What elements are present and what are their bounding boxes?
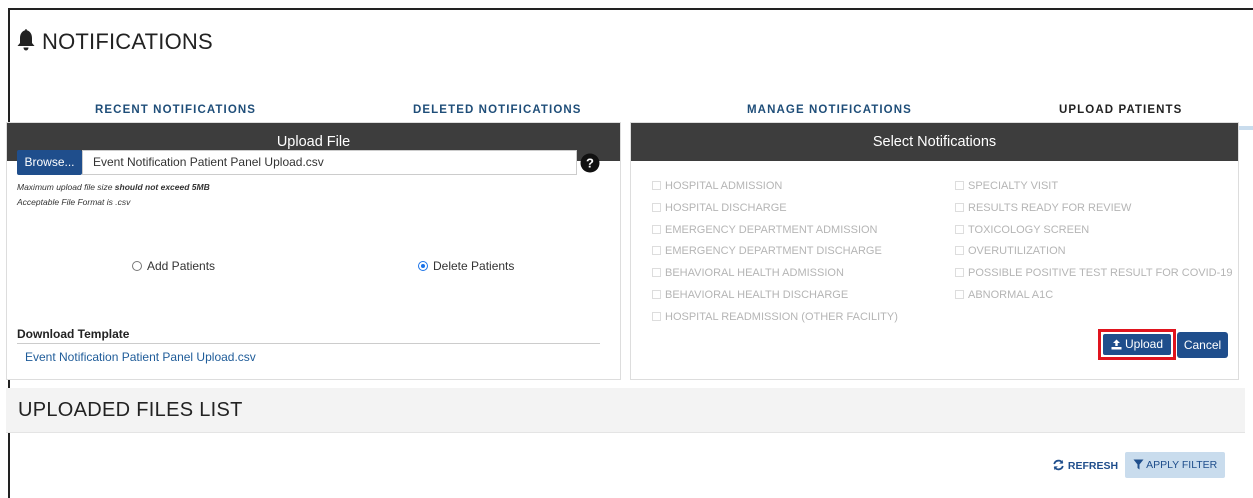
radio-add-patients[interactable]: Add Patients bbox=[132, 259, 215, 273]
select-notifications-heading: Select Notifications bbox=[631, 123, 1238, 161]
notification-label: HOSPITAL ADMISSION bbox=[665, 180, 783, 192]
notification-label: EMERGENCY DEPARTMENT ADMISSION bbox=[665, 223, 878, 236]
upload-button[interactable]: Upload bbox=[1103, 334, 1171, 355]
filter-icon bbox=[1133, 459, 1144, 470]
notification-checkbox[interactable] bbox=[652, 290, 661, 299]
notification-label: OVERUTILIZATION bbox=[968, 245, 1066, 258]
file-size-limit: should not exceed 5MB bbox=[114, 182, 210, 192]
notification-option[interactable]: EMERGENCY DEPARTMENT ADMISSION bbox=[652, 224, 878, 236]
notification-checkbox[interactable] bbox=[955, 246, 964, 256]
uploaded-files-title: UPLOADED FILES LIST bbox=[18, 399, 243, 421]
notification-option[interactable]: BEHAVIORAL HEALTH DISCHARGE bbox=[652, 289, 848, 301]
download-template-link[interactable]: Event Notification Patient Panel Upload.… bbox=[25, 350, 256, 364]
tab-recent-notifications[interactable]: RECENT NOTIFICATIONS bbox=[95, 104, 256, 116]
notification-checkbox[interactable] bbox=[955, 202, 964, 212]
notification-option[interactable]: RESULTS READY FOR REVIEW bbox=[955, 202, 1131, 214]
file-format-note: Acceptable File Format is .csv bbox=[17, 197, 131, 207]
notification-label: HOSPITAL DISCHARGE bbox=[665, 201, 787, 214]
notification-option[interactable]: SPECIALTY VISIT bbox=[955, 180, 1058, 192]
radio-add-patients-label: Add Patients bbox=[147, 259, 216, 273]
refresh-button[interactable]: REFRESH bbox=[1052, 459, 1118, 472]
notification-checkbox[interactable] bbox=[955, 290, 964, 299]
notification-checkbox[interactable] bbox=[652, 246, 661, 256]
tab-upload-patients[interactable]: UPLOAD PATIENTS bbox=[1059, 104, 1182, 116]
notification-checkbox[interactable] bbox=[652, 311, 661, 321]
notification-checkbox[interactable] bbox=[955, 268, 964, 278]
notification-label: TOXICOLOGY SCREEN bbox=[968, 223, 1090, 236]
notification-option[interactable]: TOXICOLOGY SCREEN bbox=[955, 224, 1089, 236]
notification-checkbox[interactable] bbox=[652, 202, 661, 212]
upload-icon bbox=[1111, 339, 1122, 350]
notification-checkbox[interactable] bbox=[652, 224, 661, 234]
apply-filter-button[interactable]: APPLY FILTER bbox=[1125, 452, 1225, 478]
notification-checkbox[interactable] bbox=[955, 224, 964, 234]
radio-delete-patients-label: Delete Patients bbox=[433, 259, 515, 273]
radio-delete-patients[interactable]: Delete Patients bbox=[418, 259, 514, 273]
tab-deleted-notifications[interactable]: DELETED NOTIFICATIONS bbox=[413, 104, 582, 116]
radio-delete-patients-circle[interactable] bbox=[418, 261, 428, 271]
upload-button-label: Upload bbox=[1124, 337, 1164, 351]
notification-label: BEHAVIORAL HEALTH ADMISSION bbox=[665, 267, 844, 280]
notification-label: EMERGENCY DEPARTMENT DISCHARGE bbox=[665, 245, 882, 258]
refresh-icon bbox=[1053, 459, 1064, 471]
notification-label: RESULTS READY FOR REVIEW bbox=[968, 201, 1132, 214]
file-size-note-prefix: Maximum upload file size bbox=[17, 182, 115, 192]
notification-option[interactable]: EMERGENCY DEPARTMENT DISCHARGE bbox=[652, 245, 882, 257]
cancel-button[interactable]: Cancel bbox=[1177, 332, 1228, 358]
download-template-title: Download Template bbox=[17, 327, 130, 341]
svg-text:?: ? bbox=[586, 156, 594, 171]
upload-button-highlight: Upload bbox=[1098, 329, 1176, 360]
notification-option[interactable]: HOSPITAL READMISSION (OTHER FACILITY) bbox=[652, 311, 898, 323]
notification-checkbox[interactable] bbox=[955, 181, 964, 190]
bell-icon bbox=[17, 29, 35, 51]
tab-manage-notifications[interactable]: MANAGE NOTIFICATIONS bbox=[747, 104, 912, 116]
uploaded-files-header: UPLOADED FILES LIST bbox=[6, 388, 1245, 433]
browse-button[interactable]: Browse... bbox=[17, 150, 82, 175]
notification-option[interactable]: ABNORMAL A1C bbox=[955, 289, 1053, 301]
notification-option[interactable]: OVERUTILIZATION bbox=[955, 245, 1066, 257]
notification-label: ABNORMAL A1C bbox=[968, 289, 1054, 301]
file-name-field[interactable]: Event Notification Patient Panel Upload.… bbox=[82, 150, 577, 175]
download-divider bbox=[17, 343, 600, 344]
notification-label: SPECIALTY VISIT bbox=[968, 180, 1059, 192]
notification-checkbox[interactable] bbox=[652, 268, 661, 278]
notification-option[interactable]: BEHAVIORAL HEALTH ADMISSION bbox=[652, 267, 844, 279]
notification-option[interactable]: POSSIBLE POSITIVE TEST RESULT FOR COVID-… bbox=[955, 267, 1232, 279]
radio-add-patients-circle[interactable] bbox=[132, 261, 142, 271]
page-title: NOTIFICATIONS bbox=[42, 29, 213, 54]
file-size-note: Maximum upload file size should not exce… bbox=[17, 182, 210, 192]
help-icon[interactable]: ? bbox=[580, 153, 600, 173]
apply-filter-label: APPLY FILTER bbox=[1146, 459, 1218, 471]
notification-label: POSSIBLE POSITIVE TEST RESULT FOR COVID-… bbox=[968, 267, 1233, 280]
refresh-label: REFRESH bbox=[1067, 460, 1119, 472]
notification-option[interactable]: HOSPITAL ADMISSION bbox=[652, 180, 782, 192]
notification-checkbox[interactable] bbox=[652, 181, 661, 190]
notification-label: BEHAVIORAL HEALTH DISCHARGE bbox=[665, 289, 849, 301]
notification-option[interactable]: HOSPITAL DISCHARGE bbox=[652, 202, 787, 214]
notification-label: HOSPITAL READMISSION (OTHER FACILITY) bbox=[665, 310, 898, 323]
page-header: NOTIFICATIONS bbox=[10, 10, 1253, 78]
